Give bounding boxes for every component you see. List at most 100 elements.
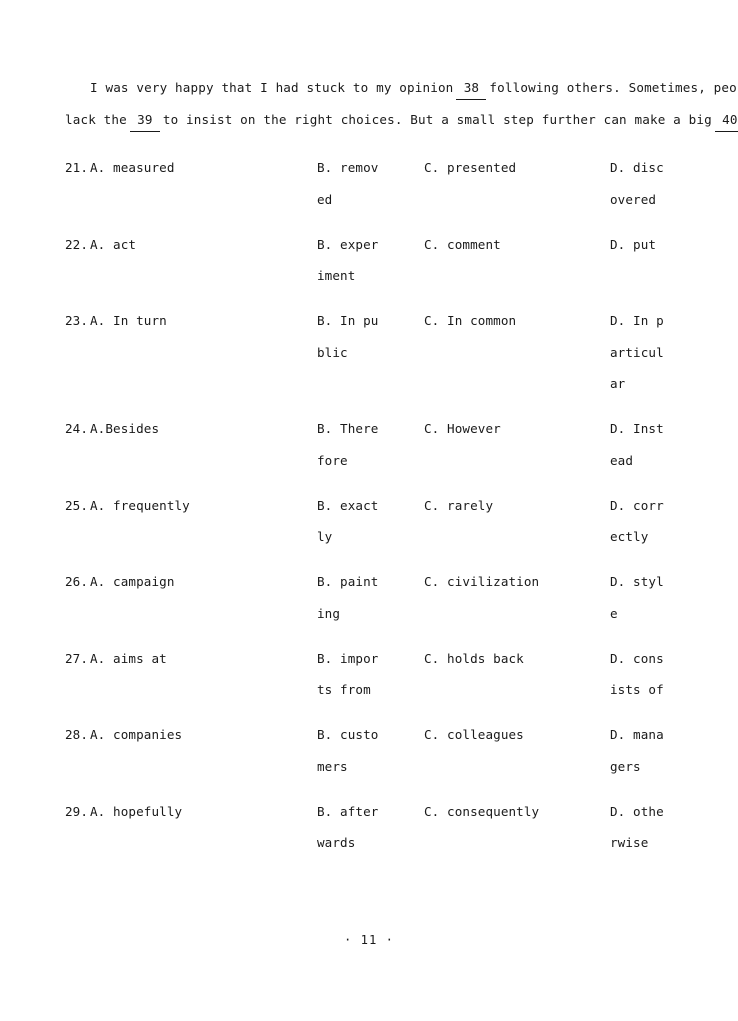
passage-text: following others. Sometimes, people (489, 80, 738, 95)
question-option-c[interactable]: C. presented (424, 152, 544, 184)
question-row: 25. A. frequently B. exactly C. rarely D. co… (65, 490, 677, 553)
question-option-a[interactable]: 27. A. aims at (65, 643, 315, 675)
answer-blank[interactable]: 38 (456, 78, 487, 100)
question-row: 24. A.Besides B. Therefore C. However D. Ins… (65, 413, 677, 476)
question-number: 29. (65, 803, 89, 819)
option-a-label: A.Besides (90, 421, 160, 436)
question-row: 28. A. companies B. customers C. colleagues… (65, 719, 677, 782)
question-row: 21. A. measured B. removed C. presented D. d… (65, 152, 677, 215)
question-number: 23. (65, 313, 89, 328)
option-c-label: C. rarely (424, 497, 494, 513)
option-b-label: B. exactly (317, 497, 379, 545)
question-option-a[interactable]: 25. A. frequently (65, 490, 315, 522)
option-c-label: C. However (424, 421, 501, 436)
passage-paragraph: I was very happy that I had stuck to my … (65, 72, 738, 136)
option-a-label: A. aims at (90, 650, 167, 666)
question-row: 26. A. campaign B. painting C. civilization… (65, 566, 677, 629)
question-option-b[interactable]: B. In public (317, 305, 385, 368)
question-number: 27. (65, 650, 89, 666)
question-option-c[interactable]: C. In common (424, 305, 544, 337)
option-c-label: C. presented (424, 160, 517, 175)
question-option-c[interactable]: C. holds back (424, 643, 544, 675)
option-b-label: B. painting (317, 574, 379, 621)
option-a-label: A. act (90, 236, 137, 252)
question-option-b[interactable]: B. imports from (317, 643, 385, 706)
question-option-b[interactable]: B. customers (317, 719, 385, 782)
question-option-b[interactable]: B. Therefore (317, 413, 385, 476)
option-c-label: C. comment (424, 236, 501, 252)
question-option-c[interactable]: C. rarely (424, 490, 544, 522)
option-b-label: B. experiment (317, 236, 379, 284)
page-number-footer: · 11 · (343, 933, 395, 947)
question-option-d[interactable]: D. discovered (610, 152, 670, 215)
document-page: I was very happy that I had stuck to my … (0, 0, 738, 1021)
question-option-d[interactable]: D. In particular (610, 305, 670, 400)
question-number: 26. (65, 574, 89, 589)
question-option-a[interactable]: 23. A. In turn (65, 305, 315, 337)
question-option-a[interactable]: 28. A. companies (65, 719, 315, 751)
passage-text: I was very happy that I had stuck to my … (90, 80, 454, 95)
option-c-label: C. civilization (424, 574, 540, 589)
question-number: 28. (65, 727, 89, 742)
passage-line: I was very happy that I had stuck to my … (65, 72, 738, 104)
question-option-d[interactable]: D. style (610, 566, 670, 629)
option-d-label: D. In particular (610, 313, 664, 391)
option-b-label: B. imports from (317, 650, 379, 698)
option-a-label: A. measured (90, 160, 175, 175)
question-option-b[interactable]: B. afterwards (317, 796, 385, 859)
option-b-label: B. afterwards (317, 803, 379, 851)
option-a-label: A. frequently (90, 497, 190, 513)
question-option-c[interactable]: C. civilization (424, 566, 544, 598)
question-option-a[interactable]: 22. A. act (65, 229, 315, 261)
question-option-c[interactable]: C. However (424, 413, 544, 445)
option-d-label: D. otherwise (610, 803, 664, 851)
option-d-label: D. correctly (610, 497, 664, 545)
option-d-label: D. style (610, 574, 664, 621)
question-option-c[interactable]: C. consequently (424, 796, 544, 828)
question-row: 29. A. hopefully B. afterwards C. consequen… (65, 796, 677, 859)
question-option-d[interactable]: D. consists of (610, 643, 670, 706)
question-option-a[interactable]: 29. A. hopefully (65, 796, 315, 828)
option-d-label: D. put (610, 236, 657, 252)
option-a-label: A. In turn (90, 313, 167, 328)
question-number: 24. (65, 421, 89, 436)
question-option-d[interactable]: D. put (610, 229, 670, 261)
option-a-label: A. campaign (90, 574, 175, 589)
question-option-b[interactable]: B. painting (317, 566, 385, 629)
question-number: 25. (65, 497, 89, 513)
answer-blank[interactable]: 40 (714, 110, 738, 132)
passage-line: lack the 39 to insist on the right choices… (65, 104, 738, 136)
option-b-label: B. Therefore (317, 421, 379, 468)
option-b-label: B. customers (317, 727, 379, 774)
question-number: 22. (65, 236, 89, 252)
question-option-c[interactable]: C. colleagues (424, 719, 544, 751)
question-option-d[interactable]: D. correctly (610, 490, 670, 553)
question-option-d[interactable]: D. otherwise (610, 796, 670, 859)
question-option-a[interactable]: 26. A. campaign (65, 566, 315, 598)
option-d-label: D. discovered (610, 160, 664, 207)
question-option-b[interactable]: B. exactly (317, 490, 385, 553)
option-c-label: C. In common (424, 313, 517, 328)
question-option-d[interactable]: D. Instead (610, 413, 670, 476)
question-option-b[interactable]: B. removed (317, 152, 385, 215)
question-option-d[interactable]: D. managers (610, 719, 670, 782)
option-a-label: A. hopefully (90, 803, 183, 819)
option-d-label: D. consists of (610, 650, 664, 698)
question-option-c[interactable]: C. comment (424, 229, 544, 261)
option-c-label: C. consequently (424, 803, 540, 819)
option-b-label: B. removed (317, 160, 379, 207)
question-list: 21. A. measured B. removed C. presented D. d… (65, 152, 677, 872)
question-number: 21. (65, 160, 89, 175)
option-c-label: C. holds back (424, 650, 524, 666)
option-d-label: D. Instead (610, 421, 664, 468)
question-row: 27. A. aims at B. imports from C. holds bac… (65, 643, 677, 706)
question-option-b[interactable]: B. experiment (317, 229, 385, 292)
question-option-a[interactable]: 24. A.Besides (65, 413, 315, 445)
option-d-label: D. managers (610, 727, 664, 774)
passage-text: lack the (65, 111, 127, 127)
option-a-label: A. companies (90, 727, 183, 742)
question-row: 23. A. In turn B. In public C. In common D. … (65, 305, 677, 400)
question-row: 22. A. act B. experiment C. comment D. put (65, 229, 677, 292)
answer-blank[interactable]: 39 (129, 110, 160, 132)
question-option-a[interactable]: 21. A. measured (65, 152, 315, 184)
